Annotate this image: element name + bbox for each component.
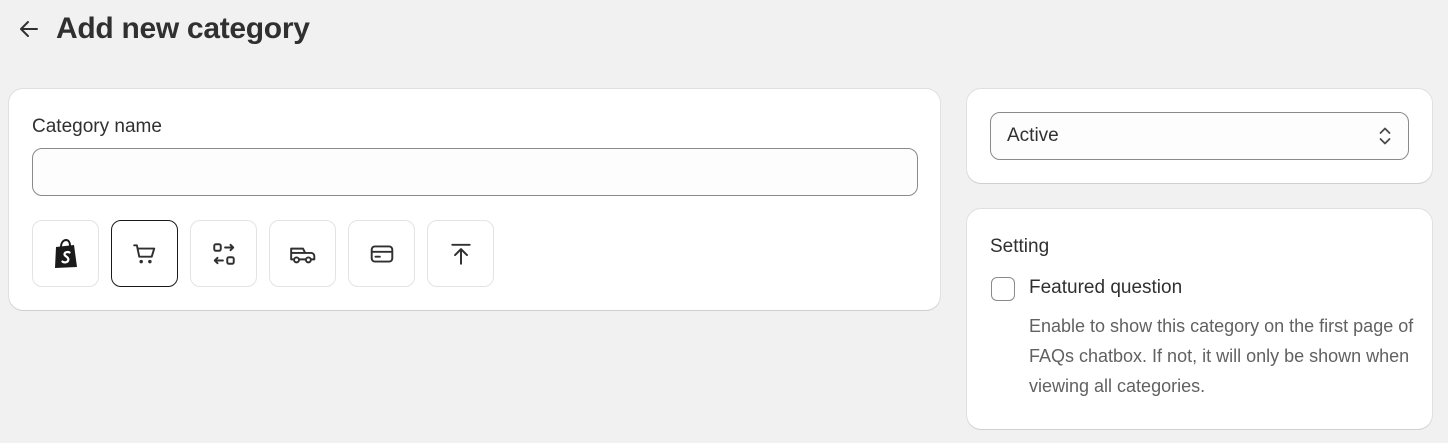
icon-option-upload[interactable] xyxy=(427,220,494,287)
icon-option-shopify[interactable] xyxy=(32,220,99,287)
category-name-label: Category name xyxy=(32,116,162,137)
credit-card-icon xyxy=(370,244,393,263)
upload-icon xyxy=(450,243,471,265)
featured-question-label[interactable]: Featured question xyxy=(1029,277,1182,299)
setting-card: Setting Featured question Enable to show… xyxy=(967,209,1432,429)
page-title: Add new category xyxy=(56,12,310,45)
status-select-value: Active xyxy=(1007,125,1059,146)
exchange-icon xyxy=(212,242,235,265)
chevron-up-down-icon xyxy=(1379,127,1391,145)
featured-question-help-text: Enable to show this category on the firs… xyxy=(1029,316,1414,396)
delivery-truck-icon xyxy=(289,247,315,263)
page-header: Add new category xyxy=(16,12,310,46)
icon-option-credit-card[interactable] xyxy=(348,220,415,287)
back-button[interactable] xyxy=(16,16,42,42)
status-select[interactable]: Active xyxy=(990,112,1409,160)
icon-option-delivery[interactable] xyxy=(269,220,336,287)
setting-title: Setting xyxy=(990,236,1050,257)
cart-icon xyxy=(132,243,155,263)
icon-option-cart[interactable] xyxy=(111,220,178,287)
status-card: Active xyxy=(967,89,1432,183)
arrow-left-icon xyxy=(20,21,38,37)
shopify-bag-icon xyxy=(54,238,77,268)
featured-question-checkbox[interactable] xyxy=(991,277,1015,301)
category-name-input[interactable] xyxy=(32,148,918,196)
category-details-card: Category name xyxy=(9,89,940,310)
icon-option-exchange[interactable] xyxy=(190,220,257,287)
icon-picker xyxy=(32,220,494,287)
add-category-page: Add new category Category name Active Se… xyxy=(0,0,1448,443)
